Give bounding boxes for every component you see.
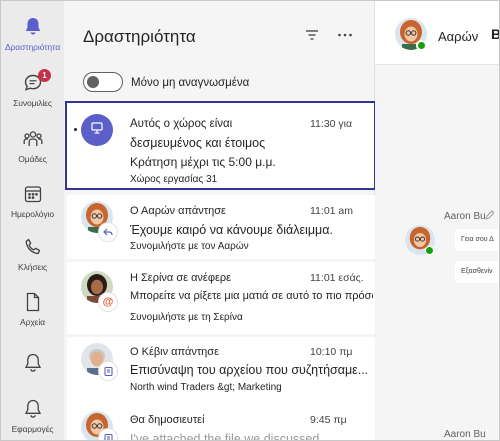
item-time: 11:30 για bbox=[310, 118, 353, 130]
message-author: Aaron Bu bbox=[444, 211, 486, 222]
bell-outline-icon bbox=[21, 351, 45, 375]
rail-label: Ομάδες bbox=[18, 154, 47, 164]
item-title: Ο Ααρών απάντησε bbox=[130, 205, 226, 217]
item-time: 11:01 εσάς. bbox=[310, 272, 364, 284]
bell-apps-icon bbox=[21, 397, 45, 421]
activity-panel: Δραστηριότητα Μόνο μη αναγνωσμένα Αυτός … bbox=[64, 1, 376, 441]
desk-icon bbox=[89, 120, 105, 141]
rail-item-notifications[interactable] bbox=[1, 351, 64, 375]
rail-item-calls[interactable]: Κλήσεις bbox=[1, 235, 64, 272]
item-meta: Συνομιλήστε με τη Σερίνα bbox=[130, 312, 243, 323]
rail-item-calendar[interactable]: Ημερολόγιο bbox=[1, 182, 64, 219]
rail-label: Ημερολόγιο bbox=[11, 209, 54, 219]
more-icon[interactable] bbox=[336, 26, 354, 49]
rail-label: Εφαρμογές bbox=[11, 424, 54, 434]
item-meta: Συνομιλήστε με τον Ααρών bbox=[130, 241, 249, 252]
unread-only-toggle[interactable] bbox=[83, 72, 123, 92]
workspace-avatar bbox=[81, 114, 113, 146]
activity-item-serina[interactable]: @ Η Σερίνα σε ανέφερε 11:01 εσάς. Μπορεί… bbox=[67, 262, 375, 334]
bell-icon bbox=[21, 15, 45, 39]
item-title: Ο Κέβιν απάντησε bbox=[130, 346, 219, 358]
file-icon bbox=[21, 290, 45, 314]
message-bubble[interactable]: Γεια σου Δ bbox=[455, 229, 499, 251]
rail-item-apps[interactable]: Εφαρμογές bbox=[1, 397, 64, 434]
message-bubble[interactable]: Εξασθενίν bbox=[455, 261, 499, 283]
reply-doc-icon bbox=[99, 362, 117, 380]
item-meta: North wind Traders &gt; Marketing bbox=[130, 382, 282, 393]
item-meta: Χώρος εργασίας 31 bbox=[130, 174, 218, 185]
item-title: Αυτός ο χώρος είναι bbox=[130, 118, 233, 130]
rail-item-activity[interactable]: Δραστηριότητα bbox=[1, 15, 64, 52]
post-doc-icon bbox=[99, 429, 117, 440]
mention-icon: @ bbox=[99, 293, 117, 311]
activity-item-kevin[interactable]: Ο Κέβιν απάντησε 10:10 πμ Επισύναψη του … bbox=[67, 337, 375, 405]
rail-label: Δραστηριότητα bbox=[4, 42, 61, 52]
presence-available-icon bbox=[425, 246, 434, 255]
item-time: 9:45 πμ bbox=[310, 414, 347, 426]
item-time: 10:10 πμ bbox=[310, 346, 353, 358]
calendar-icon bbox=[21, 182, 45, 206]
item-title: Θα δημοσιευτεί bbox=[130, 414, 205, 426]
message-author: Aaron Bu bbox=[444, 429, 486, 440]
chat-contact-name[interactable]: Ααρών bbox=[438, 29, 478, 44]
item-body: Έχουμε καιρό να κάνουμε διάλειμμα. bbox=[130, 223, 333, 237]
item-body: I've attached the file we discussed... bbox=[130, 432, 330, 441]
rail-label: Αρχεία bbox=[20, 317, 45, 327]
item-time: 11:01 am bbox=[310, 205, 353, 217]
rail-item-files[interactable]: Αρχεία bbox=[1, 290, 64, 327]
activity-item-aaron[interactable]: Ο Ααρών απάντησε 11:01 am Έχουμε καιρό ν… bbox=[67, 195, 375, 259]
reply-icon bbox=[99, 223, 117, 241]
teams-window: Δραστηριότητα 1 Συνομιλίες Ομάδες Ημερολ… bbox=[0, 0, 500, 441]
teams-icon bbox=[21, 127, 45, 151]
item-body: Επισύναψη του αρχείου που συζητήσαμε... bbox=[130, 363, 369, 377]
unread-dot bbox=[74, 128, 77, 131]
activity-item-workspace[interactable]: Αυτός ο χώρος είναι δεσμευμένος και έτοι… bbox=[65, 101, 376, 190]
unread-only-label: Μόνο μη αναγνωσμένα bbox=[131, 77, 250, 89]
item-title: Η Σερίνα σε ανέφερε bbox=[130, 272, 232, 284]
item-body: Μπορείτε να ρίξετε μια ματιά σε αυτό το … bbox=[130, 290, 373, 302]
item-body: Κράτηση μέχρι τις 5:00 μ.μ. bbox=[130, 155, 276, 169]
rail-label: Συνομιλίες bbox=[13, 98, 52, 108]
chat-pane: Ααρών Β Aaron Bu Γεια σου Δ Εξασθενίν Aa… bbox=[375, 1, 499, 440]
filter-icon[interactable] bbox=[304, 27, 320, 48]
rail-label: Κλήσεις bbox=[18, 262, 47, 272]
notification-badge: 1 bbox=[38, 69, 51, 82]
edit-icon bbox=[484, 208, 495, 220]
presence-available-icon bbox=[416, 40, 427, 51]
page-title: Δραστηριότητα bbox=[83, 27, 196, 46]
toggle-knob bbox=[87, 75, 99, 88]
rail-item-teams[interactable]: Ομάδες bbox=[1, 127, 64, 164]
phone-icon bbox=[21, 235, 45, 259]
app-rail: Δραστηριότητα 1 Συνομιλίες Ομάδες Ημερολ… bbox=[1, 1, 64, 440]
chat-title-truncated: Β bbox=[491, 26, 499, 42]
item-title-line2: δεσμευμένος και έτοιμος bbox=[130, 136, 266, 150]
rail-item-chat[interactable]: 1 Συνομιλίες bbox=[1, 69, 64, 108]
chat-header: Ααρών Β bbox=[375, 1, 499, 65]
activity-item-post[interactable]: Θα δημοσιευτεί 9:45 πμ I've attached the… bbox=[67, 405, 375, 441]
